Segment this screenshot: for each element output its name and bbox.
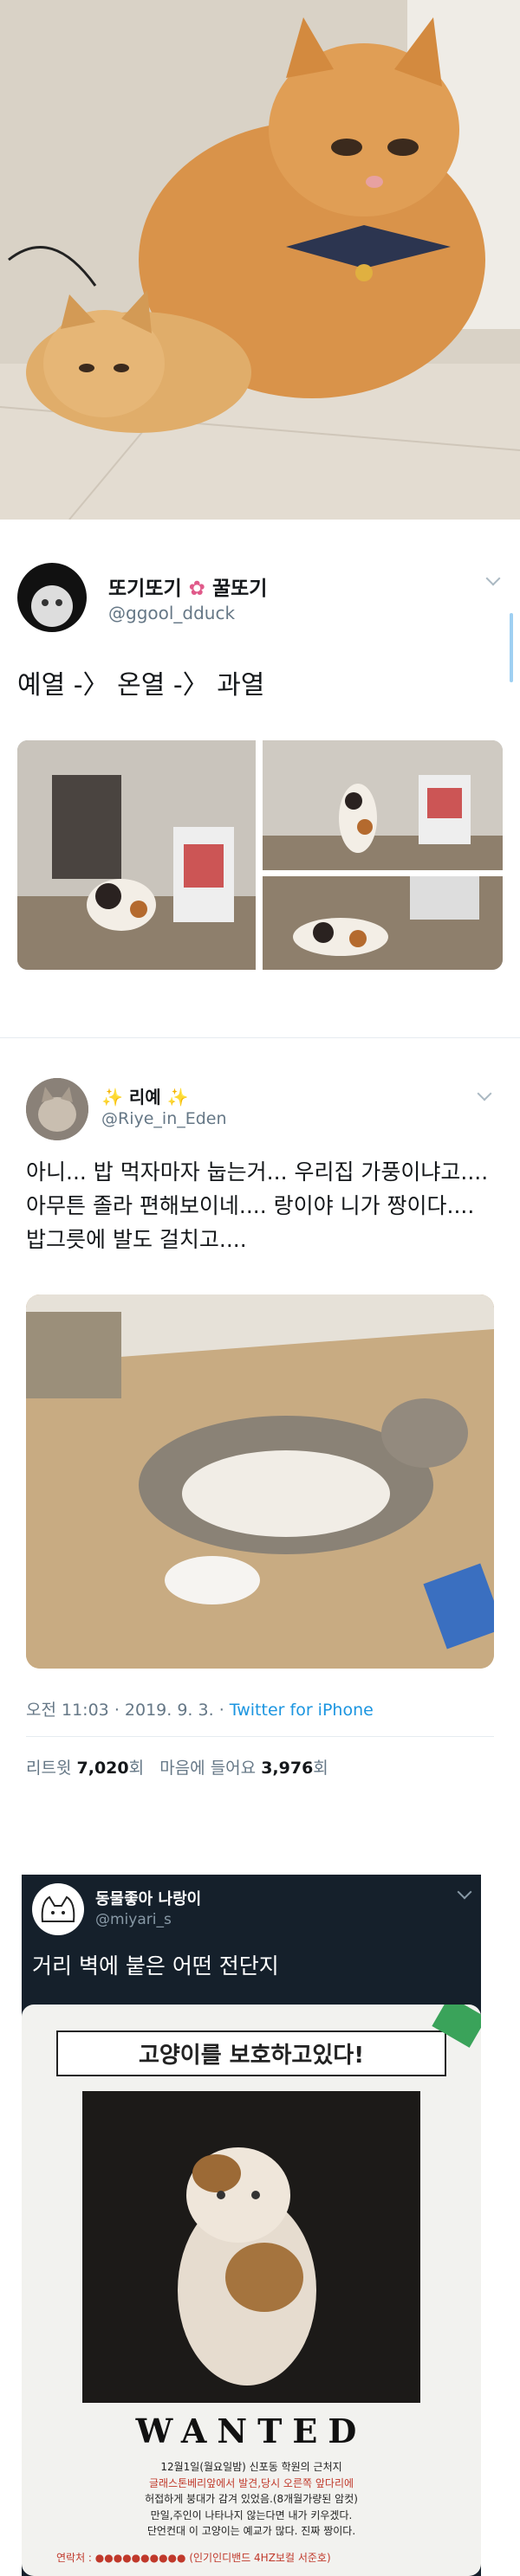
poster-contact: 연락처 : ●●●●●●●●●● (인기인디밴드 4HZ보컬 서준호) bbox=[56, 2552, 331, 2564]
user-handle[interactable]: @miyari_s bbox=[95, 1911, 172, 1928]
chevron-down-icon[interactable] bbox=[485, 571, 501, 586]
tweet-text: 예열 -〉 온열 -〉 과열 bbox=[17, 670, 265, 700]
poster-line: 글래스톤베리앞에서 발견,당시 오른쪽 앞다리에 bbox=[148, 2476, 354, 2489]
tweet-text: 아니... 밥 먹자마자 눕는거... 우리집 가풍이냐고.... 아무튼 졸라… bbox=[26, 1159, 489, 1252]
tweet-timestamp[interactable]: 오전 11:03 · 2019. 9. 3. · Twitter for iPh… bbox=[26, 1697, 374, 1721]
poster-line: 12월1일(월요일밤) 신포동 학원의 근처지 bbox=[160, 2461, 342, 2473]
display-name-suffix: 꿀또기 bbox=[211, 578, 268, 600]
tweet-date: 2019. 9. 3. bbox=[124, 1701, 214, 1720]
poster-line: 허접하게 붕대가 감겨 있었음.(8개월가량된 암컷) bbox=[145, 2493, 358, 2506]
tweet-image-2[interactable] bbox=[263, 740, 503, 870]
tweet-2[interactable]: ✨ 리예 ✨ @Riye_in_Eden 아니... 밥 먹자마자 눕는거...… bbox=[0, 1052, 520, 1814]
poster-title: 고양이를 보호하고있다! bbox=[56, 2030, 446, 2076]
poster-wanted: WANTED bbox=[135, 2411, 367, 2450]
count-suffix: 회 bbox=[313, 1759, 328, 1778]
likes-label: 마음에 들어요 bbox=[159, 1759, 257, 1778]
user-handle[interactable]: @Riye_in_Eden bbox=[101, 1109, 227, 1128]
tweet-image-poster[interactable]: 고양이를 보호하고있다! WANTED 12월1일(월요일밤) 신포동 학원의 … bbox=[22, 2005, 481, 2576]
divider bbox=[0, 1037, 520, 1038]
likes-count[interactable]: 3,976 bbox=[261, 1759, 313, 1778]
retweets-count[interactable]: 7,020 bbox=[77, 1759, 129, 1778]
top-cat-illustration bbox=[0, 0, 520, 520]
tweet-image-1[interactable] bbox=[17, 740, 256, 970]
chevron-down-icon[interactable] bbox=[457, 1884, 472, 1900]
poster-line: 만일,주인이 나타나지 않는다면 내가 키우겠다. bbox=[150, 2508, 353, 2521]
display-name[interactable]: 또기또기 ✿ 꿀또기 bbox=[108, 571, 267, 601]
count-suffix: 회 bbox=[128, 1759, 145, 1778]
display-name[interactable]: ✨ 리예 ✨ bbox=[101, 1083, 189, 1108]
sparkle-icon: ✨ bbox=[101, 1087, 123, 1107]
client-link[interactable]: Twitter for iPhone bbox=[230, 1701, 374, 1720]
poster-line: 단언컨대 이 고양이는 예교가 많다. 진짜 짱이다. bbox=[146, 2525, 356, 2538]
user-handle[interactable]: @ggool_dduck bbox=[108, 603, 235, 623]
tweet-time: 오전 11:03 bbox=[26, 1701, 109, 1720]
separator-dot: · bbox=[218, 1701, 224, 1720]
display-name[interactable]: 동물좋아 나랑이 bbox=[95, 1887, 201, 1909]
avatar[interactable] bbox=[17, 563, 87, 632]
display-name-text: 리예 bbox=[128, 1087, 161, 1107]
divider bbox=[26, 1736, 494, 1737]
top-cat-photo bbox=[0, 0, 520, 520]
scrollbar[interactable] bbox=[510, 613, 513, 682]
avatar[interactable] bbox=[32, 1883, 84, 1935]
display-name-text: 또기또기 bbox=[108, 578, 182, 600]
chevron-down-icon[interactable] bbox=[477, 1086, 492, 1101]
retweets-label: 리트윗 bbox=[26, 1759, 72, 1778]
tweet-stats[interactable]: 리트윗 7,020회 마음에 들어요 3,976회 bbox=[26, 1755, 328, 1779]
poster-photo bbox=[82, 2091, 420, 2403]
tulip-emoji-icon: ✿ bbox=[188, 578, 205, 600]
sparkle-icon: ✨ bbox=[166, 1087, 189, 1107]
tweet-image[interactable] bbox=[26, 1294, 494, 1669]
avatar[interactable] bbox=[26, 1078, 88, 1140]
tweet-text: 거리 벽에 붙은 어떤 전단지 bbox=[32, 1953, 279, 1979]
tweet-3[interactable]: 동물좋아 나랑이 @miyari_s 거리 벽에 붙은 어떤 전단지 고양이를 … bbox=[22, 1875, 481, 2576]
tweet-1[interactable]: 또기또기 ✿ 꿀또기 @ggool_dduck 예열 -〉 온열 -〉 과열 bbox=[0, 537, 520, 1022]
tweet-image-3[interactable] bbox=[263, 876, 503, 970]
separator-dot: · bbox=[114, 1701, 120, 1720]
